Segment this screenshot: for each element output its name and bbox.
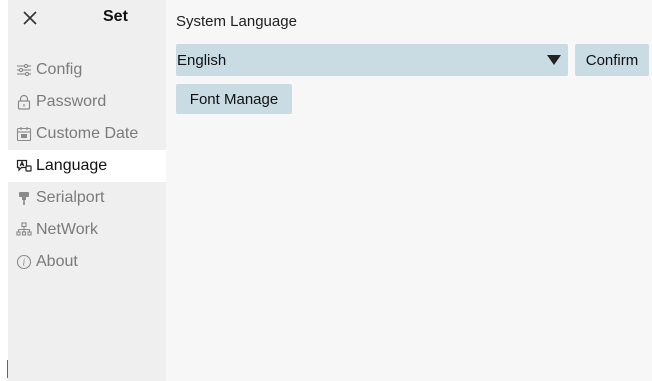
network-icon [15, 221, 33, 239]
sidebar-item-password[interactable]: Password [8, 86, 166, 118]
dropdown-arrow-icon [540, 54, 568, 66]
sidebar-item-custome-date[interactable]: Custome Date [8, 118, 166, 150]
sidebar-item-about[interactable]: i About [8, 246, 166, 278]
sidebar-item-network[interactable]: NetWork [8, 214, 166, 246]
language-select-value: English [177, 51, 227, 69]
settings-window: Set Config Password Custome Date Languag… [7, 0, 652, 381]
sidebar-title: Set [103, 8, 128, 25]
sidebar-item-label: Serialport [36, 189, 105, 206]
language-icon [15, 157, 33, 175]
font-manage-button[interactable]: Font Manage [176, 84, 292, 114]
sidebar-nav: Config Password Custome Date Language Se… [8, 54, 166, 278]
sidebar: Set Config Password Custome Date Languag… [8, 0, 166, 381]
sidebar-item-label: About [36, 253, 78, 270]
sliders-icon [15, 61, 33, 79]
sidebar-item-label: Password [36, 93, 107, 110]
sidebar-item-label: Config [36, 61, 83, 78]
sidebar-header: Set [8, 0, 166, 44]
plug-icon [15, 189, 33, 207]
language-select[interactable]: English [176, 44, 568, 76]
sidebar-item-label: Language [36, 157, 108, 174]
sidebar-item-label: NetWork [36, 221, 98, 238]
sidebar-item-config[interactable]: Config [8, 54, 166, 86]
lock-icon [15, 93, 33, 111]
sidebar-item-serialport[interactable]: Serialport [8, 182, 166, 214]
calendar-icon [15, 125, 33, 143]
info-icon: i [15, 253, 33, 271]
main-content: System Language English Confirm Font Man… [176, 0, 652, 381]
sidebar-item-language[interactable]: Language [8, 150, 166, 182]
confirm-button[interactable]: Confirm [575, 44, 649, 76]
sidebar-item-label: Custome Date [36, 125, 139, 142]
section-title: System Language [176, 13, 297, 30]
close-button[interactable] [18, 6, 42, 30]
close-icon [23, 11, 37, 25]
svg-text:i: i [23, 259, 26, 269]
